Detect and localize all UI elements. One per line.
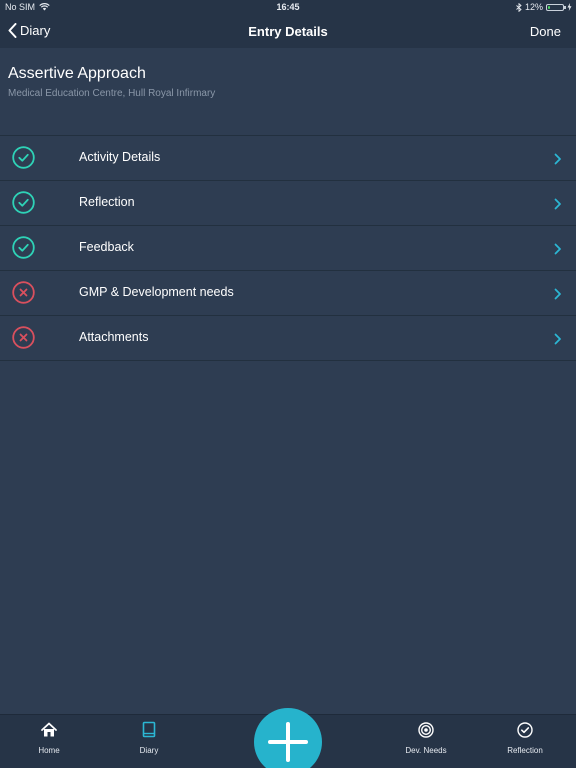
plus-icon (268, 722, 308, 762)
target-icon (418, 722, 434, 738)
section-label: GMP & Development needs (79, 285, 234, 299)
status-time: 16:45 (276, 2, 300, 12)
bluetooth-icon (516, 2, 522, 12)
battery-tip (564, 6, 566, 9)
chevron-right-icon (554, 288, 561, 300)
section-row[interactable]: Reflection (0, 181, 576, 226)
cross-circle-icon (12, 281, 35, 304)
tab-dev-needs-label: Dev. Needs (405, 746, 447, 755)
chevron-right-icon (554, 243, 561, 255)
tab-reflection[interactable]: Reflection (490, 721, 560, 755)
tab-home-label: Home (38, 746, 60, 755)
entry-title: Assertive Approach (8, 65, 146, 82)
tab-diary-label: Diary (139, 746, 159, 755)
chevron-right-icon (554, 333, 561, 345)
section-row[interactable]: Activity Details (0, 136, 576, 181)
entry-details-screen: No SIM 16:45 12% Diary Entry Details Don… (0, 0, 576, 768)
section-row[interactable]: Attachments (0, 316, 576, 361)
section-label: Activity Details (79, 150, 161, 164)
check-circle-icon (12, 146, 35, 169)
tab-home[interactable]: Home (14, 721, 84, 755)
tab-reflection-label: Reflection (507, 746, 543, 755)
add-entry-button[interactable] (254, 708, 322, 768)
page-title: Entry Details (248, 24, 328, 39)
battery-icon (546, 3, 566, 11)
check-circle-icon (12, 191, 35, 214)
home-icon (41, 722, 57, 737)
section-row[interactable]: Feedback (0, 226, 576, 271)
chevron-right-icon (554, 198, 561, 210)
entry-sections-list: Activity Details Reflection Feedback GMP & … (0, 135, 576, 361)
book-icon (142, 721, 156, 738)
section-row[interactable]: GMP & Development needs (0, 271, 576, 316)
tab-diary[interactable]: Diary (114, 721, 184, 755)
section-label: Reflection (79, 195, 135, 209)
charging-bolt-icon (567, 3, 572, 11)
navigation-bar: Diary Entry Details Done (0, 16, 576, 48)
status-bar: No SIM 16:45 12% (0, 0, 576, 16)
battery-level (548, 5, 550, 9)
section-label: Attachments (79, 330, 149, 344)
cross-circle-icon (12, 326, 35, 349)
entry-header: Assertive Approach Medical Education Cen… (0, 48, 576, 135)
check-circle-icon (12, 236, 35, 259)
entry-location: Medical Education Centre, Hull Royal Inf… (8, 88, 216, 99)
done-button[interactable]: Done (530, 24, 561, 39)
chevron-right-icon (554, 153, 561, 165)
battery-percent: 12% (524, 2, 543, 12)
tab-dev-needs[interactable]: Dev. Needs (391, 721, 461, 755)
section-label: Feedback (79, 240, 134, 254)
check-circle-icon (517, 722, 533, 738)
status-right: 12% (516, 2, 572, 12)
